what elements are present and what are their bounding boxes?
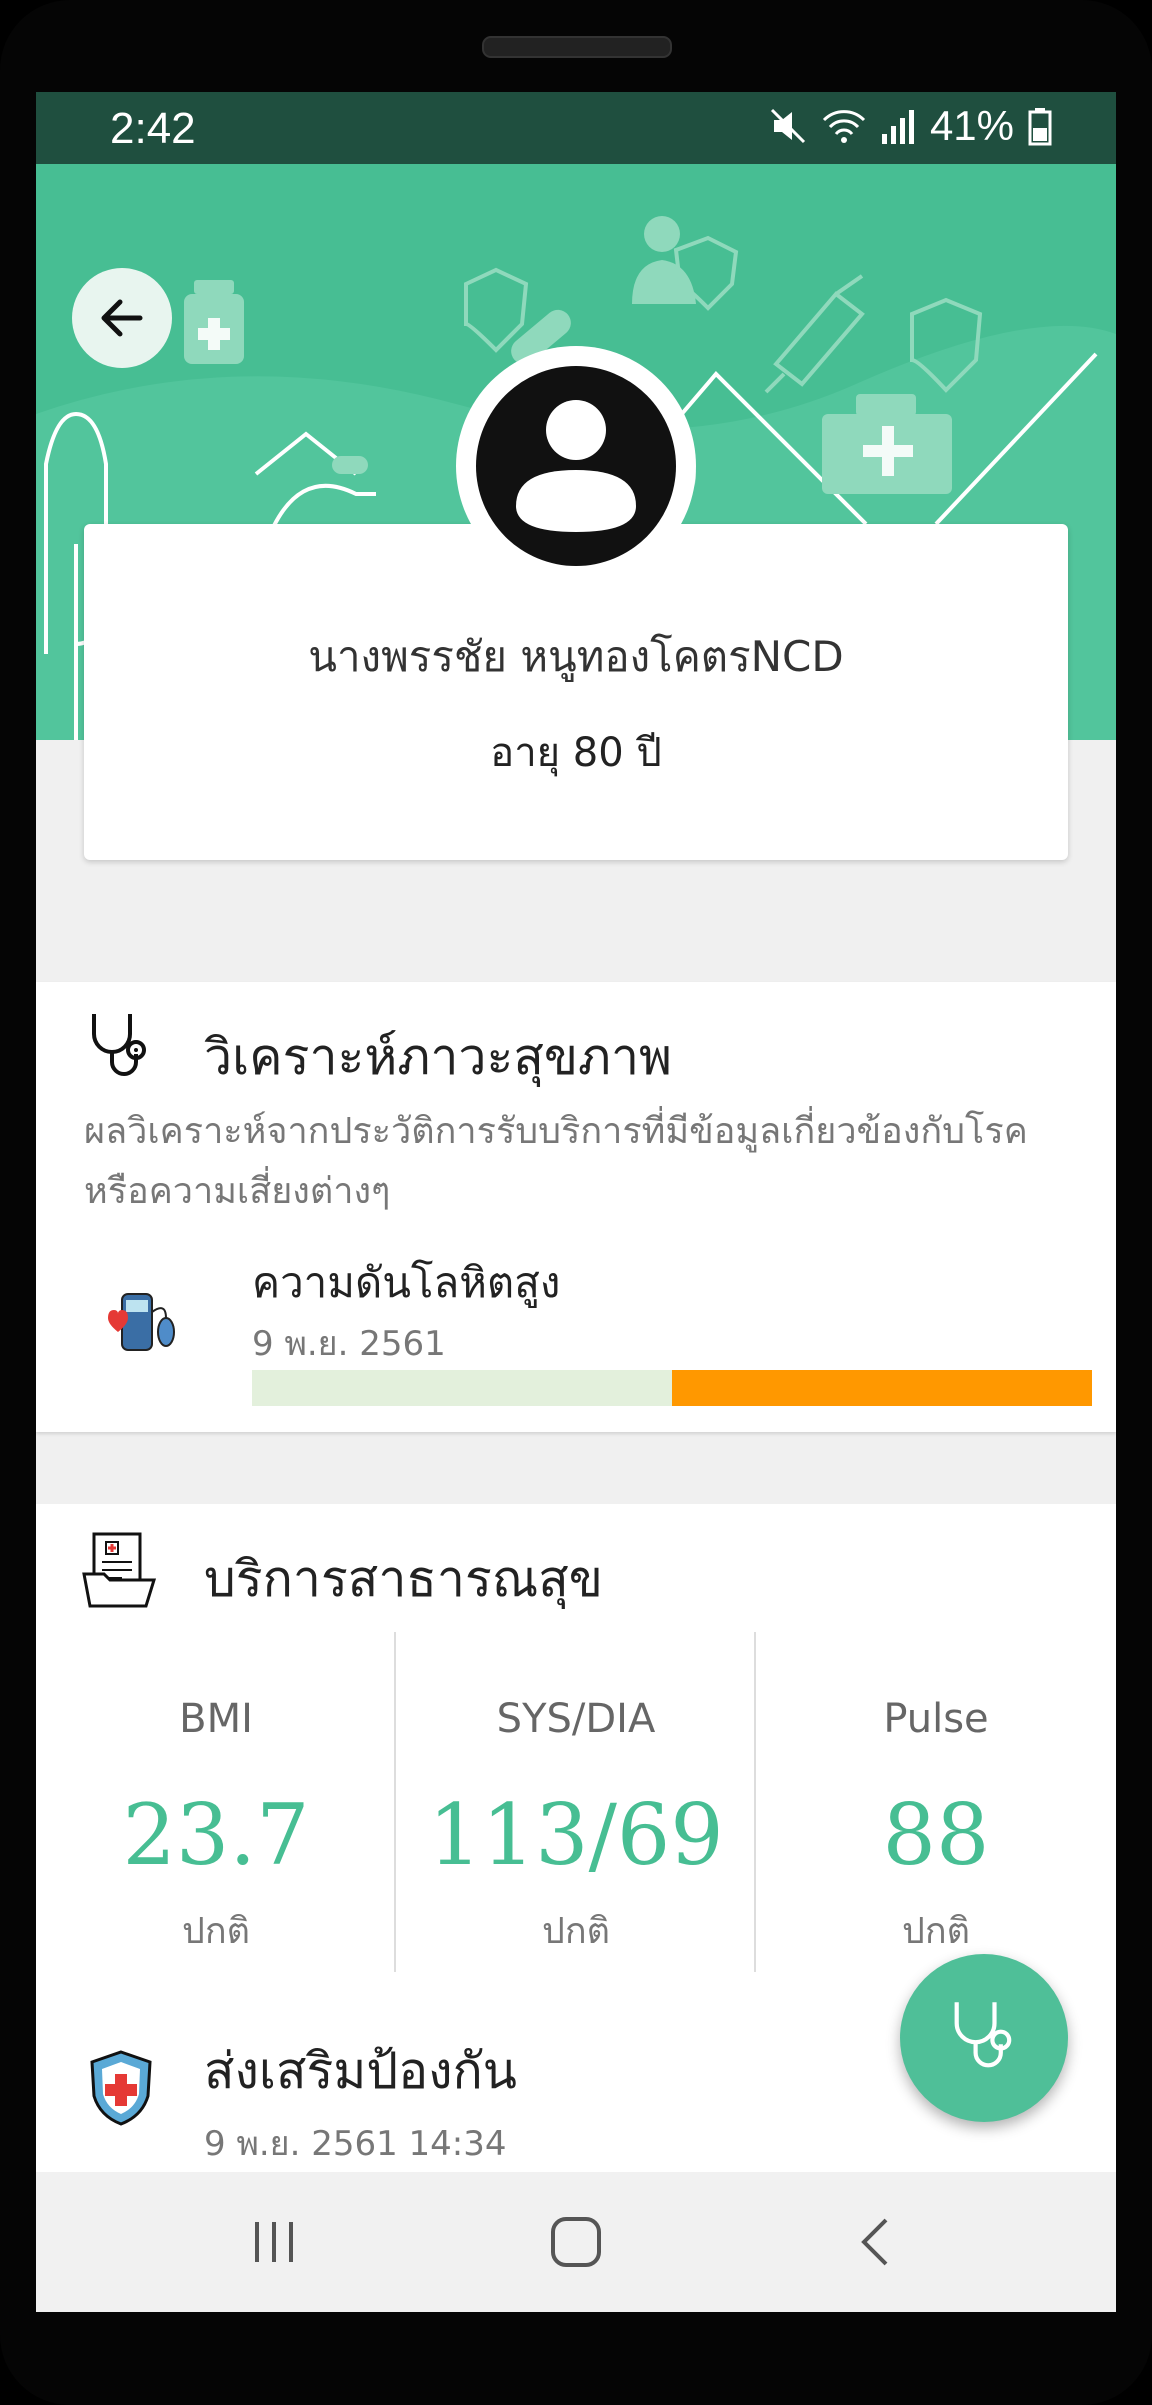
stat-status: ปกติ — [541, 1911, 611, 1952]
stat-label: SYS/DIA — [496, 1696, 656, 1742]
status-bar: 2:42 41% — [36, 92, 1116, 164]
status-time: 2:42 — [110, 104, 196, 153]
mute-icon — [770, 108, 805, 144]
stat-sys-dia: SYS/DIA 113/69 ปกติ — [396, 1634, 756, 1959]
stethoscope-icon — [954, 2002, 1012, 2068]
arrow-left-icon — [101, 299, 143, 337]
stat-value: 88 — [882, 1786, 990, 1884]
recent-apps-icon — [255, 2222, 293, 2262]
promotion-title: ส่งเสริมป้องกัน — [204, 2042, 517, 2100]
stat-status: ปกติ — [181, 1911, 251, 1952]
home-button[interactable] — [536, 2212, 616, 2272]
promotion-datetime: 9 พ.ย. 2561 14:34 — [204, 2124, 507, 2164]
stat-label: Pulse — [883, 1696, 989, 1742]
back-nav-button[interactable] — [836, 2212, 916, 2272]
profile-age: อายุ 80 ปี — [490, 730, 662, 776]
risk-bar-low — [252, 1370, 672, 1406]
phone-speaker — [482, 36, 672, 58]
condition-name: ความดันโลหิตสูง — [252, 1258, 561, 1307]
stat-value: 113/69 — [428, 1786, 724, 1884]
medical-records-icon — [82, 1532, 157, 1608]
risk-bar — [252, 1370, 1092, 1406]
stat-bmi: BMI 23.7 ปกติ — [36, 1634, 396, 1959]
stat-status: ปกติ — [901, 1911, 971, 1952]
public-health-title: บริการสาธารณสุข — [204, 1550, 603, 1608]
stat-value: 23.7 — [122, 1786, 310, 1884]
home-icon — [551, 2217, 601, 2267]
profile-name: นางพรรชัย หนูทองโคตรNCD — [308, 632, 844, 681]
blood-pressure-icon — [108, 1293, 175, 1351]
condition-date: 9 พ.ย. 2561 — [252, 1324, 446, 1364]
health-analysis-section: วิเคราะห์ภาวะสุขภาพ ผลวิเคราะห์จากประวัต… — [36, 982, 1116, 1432]
user-avatar-icon — [476, 366, 676, 566]
phone-frame: 2:42 41% นางพรรชัย หนูทองโคตรNCD อายุ 80… — [0, 0, 1152, 2405]
back-button[interactable] — [72, 268, 172, 368]
stat-label: BMI — [179, 1696, 253, 1742]
stethoscope-fab[interactable] — [900, 1954, 1068, 2122]
battery-percent: 41% — [929, 102, 1014, 149]
chevron-left-icon — [861, 2218, 888, 2266]
wifi-icon — [822, 110, 866, 143]
health-analysis-description: ผลวิเคราะห์จากประวัติการรับบริการที่มีข้… — [84, 1111, 1028, 1212]
risk-bar-high — [672, 1370, 1092, 1406]
system-nav-bar — [36, 2172, 1116, 2312]
recent-apps-button[interactable] — [234, 2212, 314, 2272]
signal-icon — [881, 110, 914, 144]
stat-pulse: Pulse 88 ปกติ — [756, 1634, 1116, 1959]
health-analysis-title: วิเคราะห์ภาวะสุขภาพ — [204, 1028, 673, 1086]
app-screen: 2:42 41% นางพรรชัย หนูทองโคตรNCD อายุ 80… — [36, 92, 1116, 2312]
user-avatar — [456, 346, 696, 586]
stethoscope-icon — [92, 1014, 146, 1076]
battery-icon — [1028, 108, 1052, 146]
status-icons: 41% — [768, 102, 1052, 150]
health-shield-icon — [90, 2050, 152, 2126]
